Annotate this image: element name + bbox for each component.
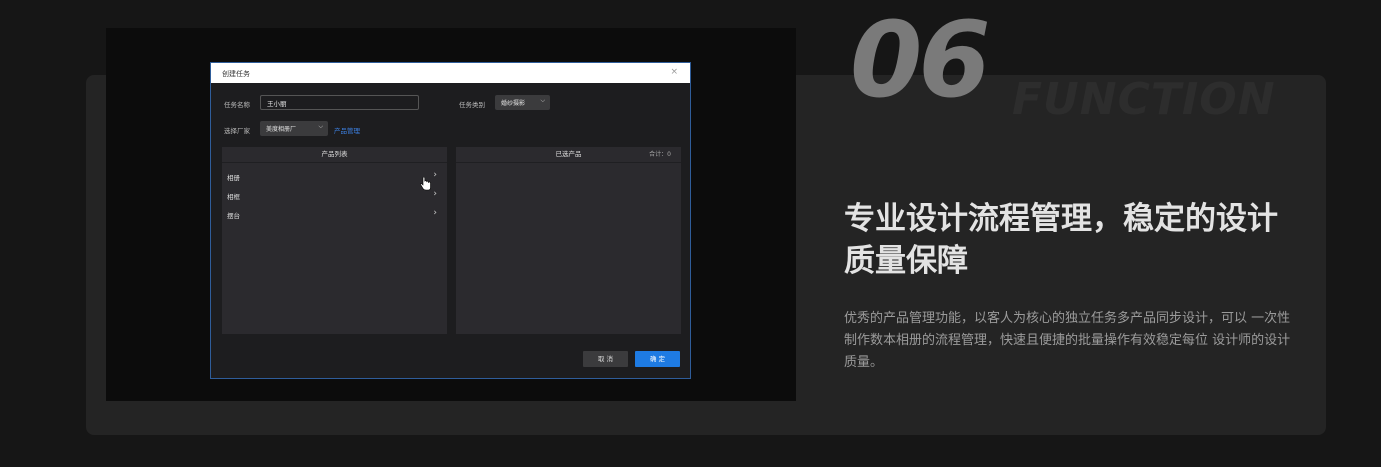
factory-select[interactable]: 美度相册厂 ⌵	[260, 121, 328, 136]
product-list-header: 产品列表	[222, 147, 447, 163]
selected-products-header: 已选产品 合计：0	[456, 147, 681, 163]
list-item-label: 摆台	[227, 212, 240, 220]
close-icon[interactable]: ×	[670, 67, 678, 77]
selected-products-panel: 已选产品 合计：0	[456, 147, 681, 334]
cancel-button[interactable]: 取 消	[583, 351, 628, 367]
feature-number: 06	[850, 0, 991, 121]
list-item[interactable]: 相册 ›	[227, 170, 437, 182]
feature-ghost-word: FUNCTION	[1012, 74, 1276, 125]
chevron-down-icon: ⌵	[318, 123, 323, 130]
ok-button[interactable]: 确 定	[635, 351, 680, 367]
feature-description: 优秀的产品管理功能，以客人为核心的独立任务多产品同步设计，可以 一次性制作数本相…	[844, 311, 1291, 370]
task-name-input[interactable]: 王小丽	[260, 95, 419, 110]
chevron-right-icon: ›	[433, 189, 437, 199]
factory-value: 美度相册厂	[266, 126, 297, 133]
product-manage-link[interactable]: 产品管理	[334, 125, 360, 135]
task-name-value: 王小丽	[267, 100, 287, 108]
selected-products-title: 已选产品	[555, 150, 582, 158]
list-item-label: 相框	[227, 193, 240, 201]
task-type-select[interactable]: 婚纱摄影 ⌵	[495, 95, 550, 110]
hand-pointer-icon	[420, 176, 432, 195]
selected-count: 合计：0	[649, 151, 671, 158]
dialog-title: 创建任务	[222, 70, 250, 78]
list-item[interactable]: 相框 ›	[227, 189, 437, 201]
chevron-right-icon: ›	[433, 208, 437, 218]
feature-headline: 专业设计流程管理，稳定的设计质量保障	[844, 201, 1278, 279]
create-task-dialog: 创建任务 × 任务名称 王小丽 任务类别 婚纱摄影 ⌵ 选择厂家 美度相册厂 ⌵…	[210, 62, 691, 379]
list-item-label: 相册	[227, 174, 240, 182]
chevron-right-icon: ›	[433, 170, 437, 180]
factory-label: 选择厂家	[224, 127, 250, 135]
dialog-titlebar: 创建任务 ×	[211, 63, 690, 83]
task-name-label: 任务名称	[224, 101, 250, 109]
task-type-value: 婚纱摄影	[501, 100, 526, 107]
product-list-panel: 产品列表 相册 › 相框 › 摆台 ›	[222, 147, 447, 334]
task-type-label: 任务类别	[459, 101, 485, 109]
chevron-down-icon: ⌵	[540, 97, 545, 104]
list-item[interactable]: 摆台 ›	[227, 208, 437, 220]
